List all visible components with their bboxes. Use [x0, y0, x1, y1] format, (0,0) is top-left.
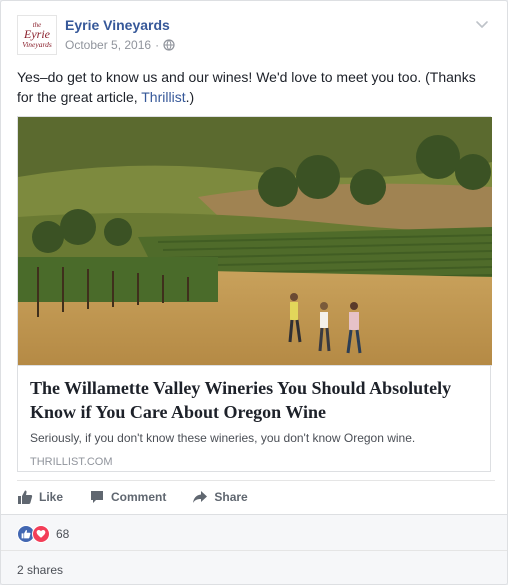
shared-link-description: Seriously, if you don't know these winer…	[30, 431, 416, 445]
shared-link-title[interactable]: The Willamette Valley Wineries You Shoul…	[30, 376, 480, 424]
logo-line-3: Vineyards	[22, 40, 52, 49]
reactions-row: 68	[1, 514, 507, 551]
thrillist-link[interactable]: Thrillist	[141, 89, 185, 105]
page-avatar[interactable]: the Eyrie Vineyards	[17, 15, 57, 55]
shares-row: 2 shares	[1, 550, 507, 584]
shared-link-card[interactable]: The Willamette Valley Wineries You Shoul…	[17, 116, 492, 473]
reaction-summary[interactable]: 68	[17, 525, 69, 543]
share-label: Share	[214, 490, 248, 504]
post-date[interactable]: October 5, 2016	[65, 38, 151, 52]
comment-label: Comment	[111, 490, 167, 504]
post-meta: October 5, 2016 ·	[65, 38, 175, 52]
shared-link-body[interactable]: The Willamette Valley Wineries You Shoul…	[18, 365, 492, 473]
post-message-text: Yes–do get to know us and our wines! We'…	[17, 69, 476, 105]
shares-count[interactable]: 2 shares	[17, 563, 63, 577]
meta-separator: ·	[155, 38, 160, 52]
post-message-end: .)	[185, 89, 195, 105]
share-button[interactable]: Share	[192, 489, 248, 505]
page-name-link[interactable]: Eyrie Vineyards	[65, 17, 170, 33]
post-card: the Eyrie Vineyards Eyrie Vineyards Octo…	[0, 0, 508, 585]
love-reaction-icon	[32, 525, 50, 543]
vineyard-photo[interactable]	[18, 117, 492, 365]
thumbs-up-icon	[18, 490, 33, 504]
eyrie-logo: the Eyrie Vineyards	[22, 21, 52, 49]
comment-icon	[91, 491, 104, 503]
actions-top-divider	[17, 480, 495, 481]
globe-icon	[163, 39, 175, 51]
like-button[interactable]: Like	[17, 489, 63, 505]
chevron-down-icon[interactable]	[475, 17, 489, 31]
like-label: Like	[39, 490, 64, 504]
logo-line-2: Eyrie	[23, 27, 51, 41]
post-message: Yes–do get to know us and our wines! We'…	[17, 67, 493, 107]
comment-button[interactable]: Comment	[89, 489, 166, 505]
reaction-count[interactable]: 68	[56, 527, 69, 541]
post-header: the Eyrie Vineyards Eyrie Vineyards Octo…	[17, 15, 495, 57]
action-bar: Like Comment Share	[17, 484, 274, 510]
shared-link-domain: THRILLIST.COM	[30, 456, 113, 468]
share-arrow-icon	[193, 491, 208, 503]
